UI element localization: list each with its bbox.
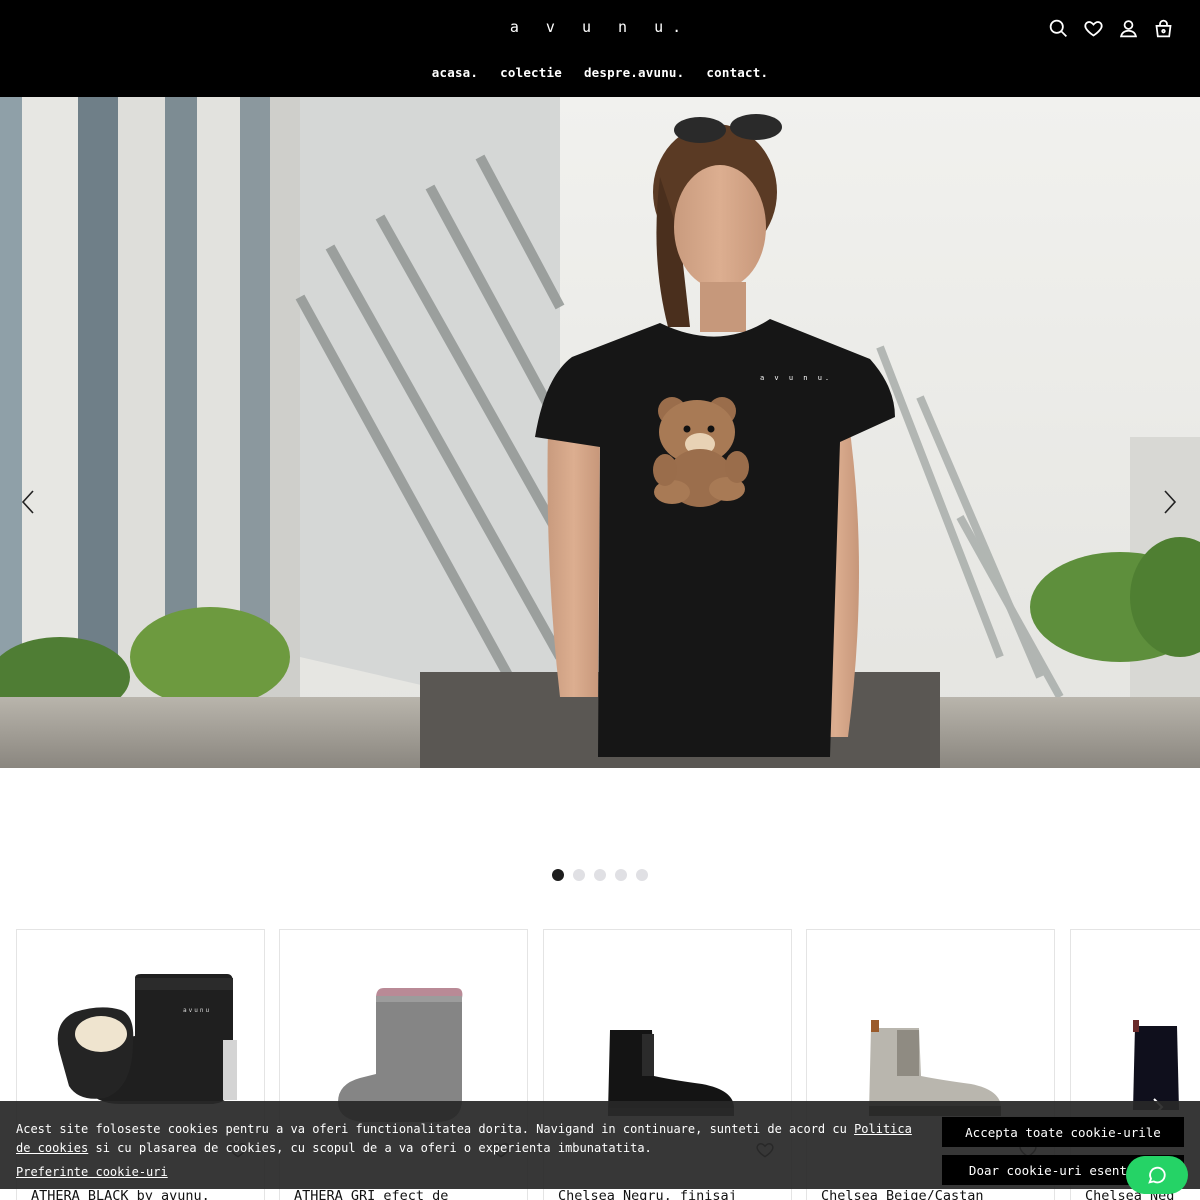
site-logo[interactable]: a v u n u.: [0, 18, 1200, 36]
heart-icon[interactable]: [1083, 16, 1104, 40]
product-title[interactable]: Chelsea Negru, finisaj: [558, 1188, 737, 1200]
chat-icon: [1148, 1166, 1166, 1184]
header-icons: [1048, 16, 1174, 40]
cookie-message: Acest site foloseste cookies pentru a va…: [16, 1120, 916, 1158]
search-icon[interactable]: [1048, 16, 1069, 40]
svg-text:avunu: avunu: [183, 1007, 211, 1014]
user-icon[interactable]: [1118, 16, 1139, 40]
hero-image: a v u n u.: [0, 97, 1200, 768]
slider-dot-1[interactable]: [552, 869, 564, 881]
product-image[interactable]: [807, 930, 1054, 1130]
product-image[interactable]: [544, 930, 791, 1130]
cookie-banner: Acest site foloseste cookies pentru a va…: [0, 1101, 1200, 1189]
product-title[interactable]: Chelsea Beige/Castan: [821, 1188, 984, 1200]
shirt-brand-print: a v u n u.: [760, 374, 832, 382]
slider-dot-5[interactable]: [636, 869, 648, 881]
cart-icon[interactable]: [1153, 16, 1174, 40]
nav-item-despre[interactable]: despre.avunu.: [584, 65, 684, 80]
site-header: a v u n u. acasa. colectie despre.avunu.…: [0, 0, 1200, 97]
cookie-preferences-link[interactable]: Preferinte cookie-uri: [16, 1165, 168, 1179]
slider-prev-arrow[interactable]: [16, 487, 40, 517]
slider-dot-4[interactable]: [615, 869, 627, 881]
cookie-text-part-1: Acest site foloseste cookies pentru a va…: [16, 1122, 855, 1136]
product-title[interactable]: ATHERA BLACK by avunu.: [31, 1188, 210, 1200]
slider-pagination: [0, 869, 1200, 881]
product-image[interactable]: avunu: [17, 930, 264, 1130]
product-image[interactable]: [280, 930, 527, 1130]
slider-dot-2[interactable]: [573, 869, 585, 881]
product-title[interactable]: ATHERA GRI efect de: [294, 1188, 448, 1200]
teddy-bear-print: [653, 397, 749, 507]
whatsapp-chat-button[interactable]: [1126, 1156, 1188, 1194]
nav-item-colectie[interactable]: colectie: [500, 65, 562, 80]
slider-dot-3[interactable]: [594, 869, 606, 881]
nav-item-contact[interactable]: contact.: [706, 65, 768, 80]
product-image[interactable]: [1071, 930, 1200, 1130]
cookie-text-part-2: si cu plasarea de cookies, cu scopul de …: [88, 1141, 652, 1155]
nav-item-acasa[interactable]: acasa.: [432, 65, 478, 80]
main-nav: acasa. colectie despre.avunu. contact.: [0, 65, 1200, 80]
slider-next-arrow[interactable]: [1158, 487, 1182, 517]
accept-all-cookies-button[interactable]: Accepta toate cookie-urile: [942, 1117, 1184, 1147]
hero-slider: a v u n u.: [0, 97, 1200, 768]
